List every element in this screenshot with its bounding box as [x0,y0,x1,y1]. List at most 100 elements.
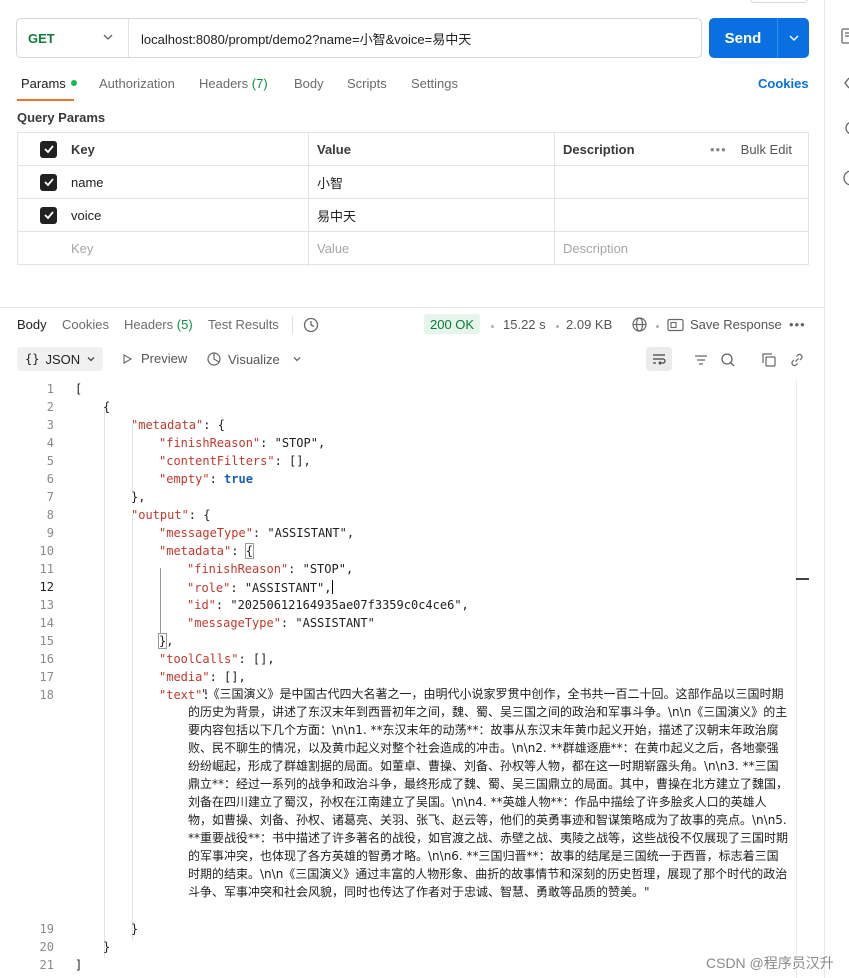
json-string: "20250612164935ae07f3359c0c4ce6" [230,598,462,612]
filter-icon[interactable] [692,351,710,369]
save-response-label: Save Response [690,317,782,332]
json-boolean: true [224,472,253,486]
select-all-cell [18,133,64,165]
response-size[interactable]: 2.09 KB [566,317,612,332]
url-input[interactable]: localhost:8080/prompt/demo2?name=小智&voic… [129,29,471,48]
play-icon [123,353,133,364]
save-icon [667,318,684,331]
send-button[interactable]: Send [709,18,809,58]
preview-label: Preview [141,351,188,366]
param-key[interactable]: name [63,166,308,198]
preview-button[interactable]: Preview [121,351,187,366]
status-badge[interactable]: 200 OK [424,314,481,334]
code-line: "metadata": { [159,543,254,559]
param-value[interactable]: 易中天 [309,199,554,231]
query-params-title: Query Params [17,110,106,125]
pane-splitter[interactable] [0,307,824,308]
visualize-button[interactable]: Visualize [206,351,302,367]
line-number: 7 [46,490,54,504]
more-icon: ••• [710,141,727,157]
code-line: "empty": true [159,472,253,486]
watermark: CSDN @程序员汉升 [706,955,834,971]
tab-params[interactable]: Params [21,76,77,91]
tab-headers[interactable]: Headers (7) [199,76,268,91]
more-options-icon[interactable]: ••• [789,317,806,332]
bulk-edit-button[interactable]: ••• Bulk Edit [710,133,792,165]
top-button-edge[interactable] [750,0,808,3]
save-response-button[interactable]: Save Response [667,317,782,332]
json-key: "messageType" [187,616,281,630]
bulk-edit-label: Bulk Edit [740,141,792,157]
separator-dot [656,325,659,328]
scrollbar-cursor-marker [796,578,809,580]
code-line: ] [75,958,83,972]
tab-body[interactable]: Body [294,76,324,91]
right-rail [825,0,849,978]
param-description[interactable] [555,199,808,231]
select-all-checkbox[interactable] [40,140,57,158]
json-key: "id" [187,598,216,612]
params-active-dot [70,80,77,86]
wrap-lines-button[interactable] [646,347,672,371]
response-time[interactable]: 15.22 s [503,317,546,332]
tab-authorization[interactable]: Authorization [99,76,175,91]
new-description-input[interactable]: Description [555,232,808,264]
line-number: 8 [46,508,54,522]
line-number: 18 [39,688,54,702]
send-options-button[interactable] [778,32,809,44]
line-number: 20 [39,940,54,954]
tab-test-results[interactable]: Test Results [208,317,279,332]
format-select[interactable]: {} JSON [17,347,103,371]
globe-icon[interactable] [631,316,648,333]
copy-icon[interactable] [760,351,778,369]
line-number: 16 [39,652,54,666]
comments-icon[interactable] [841,120,849,136]
response-tabs: Body Cookies Headers (5) Test Results 20… [0,313,824,339]
search-icon[interactable] [719,351,737,369]
param-value[interactable]: 小智 [309,166,554,198]
table-row-new: Key Value Description [18,232,808,264]
info-icon[interactable] [841,170,849,186]
line-number: 14 [39,616,54,630]
json-key: "finishReason" [187,562,289,576]
code-line: "metadata": { [131,418,225,432]
json-string: "STOP" [274,436,318,450]
tab-scripts[interactable]: Scripts [347,76,387,91]
code-line: }, [157,633,174,649]
code-line: "finishReason": "STOP", [187,562,354,576]
json-string: "ASSISTANT" [295,616,375,630]
new-value-input[interactable]: Value [309,232,554,264]
tab-response-headers[interactable]: Headers (5) [124,317,193,332]
param-key[interactable]: voice [63,199,308,231]
chevron-down-icon [789,35,798,41]
table-header-row: Key Value Description ••• Bulk Edit [18,133,808,166]
line-number: 3 [46,418,54,432]
method-select[interactable]: GET [17,19,129,57]
json-string: "ASSISTANT" [244,581,325,595]
line-number: 2 [46,400,54,414]
json-key: "metadata" [131,418,204,432]
cookies-link[interactable]: Cookies [758,76,809,91]
new-key-input[interactable]: Key [63,232,308,264]
line-number: 13 [39,598,54,612]
row-checkbox[interactable] [40,206,57,224]
code-line: "output": { [131,508,211,522]
response-body-editor[interactable]: 1 2 3 4 5 6 7 8 9 10 11 12 13 14 15 16 1… [0,378,824,978]
code-line: } [103,940,111,954]
json-key: "toolCalls" [159,652,239,666]
history-icon[interactable] [302,316,320,334]
param-description[interactable] [555,166,808,198]
tab-response-cookies[interactable]: Cookies [62,317,109,332]
tab-response-headers-count: (5) [176,317,193,332]
code-line-current: "role": "ASSISTANT", [187,580,333,595]
code-snippet-icon[interactable] [841,75,849,91]
header-key: Key [71,141,95,157]
tab-response-body[interactable]: Body [17,317,47,332]
row-checkbox[interactable] [40,173,57,191]
tab-settings[interactable]: Settings [411,76,458,91]
format-label: JSON [45,351,81,367]
documentation-icon[interactable] [841,28,849,44]
link-icon[interactable] [788,351,806,369]
line-number: 19 [39,922,54,936]
editor-scrollbar[interactable] [796,380,809,978]
